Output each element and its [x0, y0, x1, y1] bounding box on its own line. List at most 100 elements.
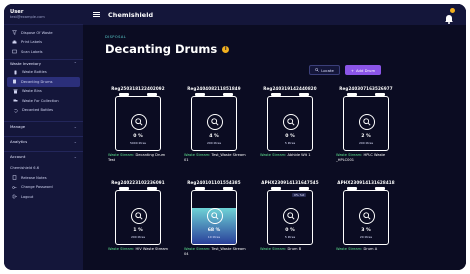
- zoom-icon[interactable]: [131, 208, 147, 224]
- locate-button-label: Locate: [321, 67, 334, 73]
- app-title: Chemishield: [108, 10, 154, 19]
- sidebar-item-label: Release Notes: [21, 175, 47, 180]
- sidebar-item-scan-labels[interactable]: Scan Labels: [4, 47, 83, 57]
- waste-stream: Waste Stream: HIV Waste Stream: [108, 247, 170, 252]
- zoom-icon[interactable]: [207, 114, 223, 130]
- version-label: Chemishield 6.6: [10, 166, 39, 170]
- add-drum-button-label: Add Drum: [356, 67, 376, 73]
- notes-icon: [11, 175, 17, 180]
- drum-graphic: 1 % 200 litres: [115, 187, 161, 245]
- drum-card[interactable]: Reg240101101554385 68 % 10 litres Waste …: [181, 180, 247, 270]
- drum-id: Reg240408211851849: [187, 86, 241, 91]
- drum-card[interactable]: Reg240307163526977 2 % 200 litres Waste …: [333, 86, 399, 184]
- zoom-icon[interactable]: [283, 114, 299, 130]
- stream-key: Waste Stream:: [336, 247, 363, 251]
- locate-button[interactable]: Locate: [309, 65, 340, 75]
- stream-key: Waste Stream:: [184, 153, 211, 157]
- fill-percent: 2 %: [361, 134, 371, 139]
- section-label: Waste Inventory: [10, 61, 41, 66]
- drum-card[interactable]: Reg240319142440820 0 % 5 litres Waste St…: [257, 86, 323, 184]
- section-manage[interactable]: Manage ⌄: [4, 121, 83, 130]
- drum-graphic: 0 % 5 litres: [267, 93, 313, 151]
- printer-icon: [11, 40, 17, 45]
- sidebar-item-waste-bottles[interactable]: Waste Bottles: [4, 68, 83, 78]
- stream-key: Waste Stream:: [260, 153, 287, 157]
- drum-card[interactable]: APHX230914131647545 0% full 0 % 5 litres…: [257, 180, 323, 270]
- key-icon: [11, 185, 17, 190]
- drum-id: APHX230914131647545: [261, 180, 319, 185]
- info-icon[interactable]: i: [222, 45, 230, 53]
- zoom-icon[interactable]: [359, 208, 375, 224]
- drum-graphic: 2 % 200 litres: [343, 93, 389, 151]
- zoom-icon[interactable]: [131, 114, 147, 130]
- breadcrumb: DISPOSAL: [105, 35, 127, 39]
- sidebar-item-change-password[interactable]: Change Password: [4, 183, 83, 193]
- bin-icon: [12, 89, 18, 94]
- waste-stream: Waste Stream: Abhide Wit 1: [260, 153, 322, 158]
- sidebar-item-label: Print Labels: [21, 40, 42, 45]
- drum-id: Reg240101101554385: [187, 180, 241, 185]
- section-waste-inventory[interactable]: Waste Inventory ⌃: [4, 58, 83, 68]
- sidebar-item-logout[interactable]: Logout: [4, 192, 83, 202]
- drum-graphic: 0% full 0 % 5 litres: [267, 187, 313, 245]
- sidebar-item-label: Change Password: [21, 185, 53, 190]
- chevron-down-icon: ⌄: [73, 123, 77, 129]
- waste-stream: Waste Stream: Drum A: [336, 247, 398, 252]
- notification-badge: [450, 8, 455, 13]
- drum-id: Reg250318122402092: [111, 86, 165, 91]
- fill-tooltip: 0% full: [292, 193, 307, 197]
- capacity: 5000 litres: [129, 141, 146, 145]
- sidebar-item-waste-bins[interactable]: Waste Bins: [4, 87, 83, 97]
- stream-key: Waste Stream:: [108, 153, 135, 157]
- fill-percent: 3 %: [361, 228, 371, 233]
- top-bar: Chemishield: [83, 4, 466, 25]
- capacity: 5 litres: [284, 235, 296, 239]
- sidebar-item-print-labels[interactable]: Print Labels: [4, 38, 83, 48]
- scan-icon: [11, 49, 17, 54]
- zoom-icon[interactable]: [283, 208, 299, 224]
- chevron-down-icon: ⌄: [73, 138, 77, 144]
- page-title-text: Decanting Drums: [105, 42, 218, 56]
- sidebar-item-decanting-drums[interactable]: Decanting Drums: [7, 77, 80, 87]
- drum-id: Reg240223102236091: [111, 180, 165, 185]
- sidebar-item-waste-for-collection[interactable]: Waste For Collection: [4, 96, 83, 106]
- section-label: Account: [10, 153, 26, 159]
- sidebar-item-dispose[interactable]: Dispose Of Waste: [4, 28, 83, 38]
- drum-id: APHX230914131628418: [337, 180, 395, 185]
- stream-key: Waste Stream:: [108, 247, 135, 251]
- add-drum-button[interactable]: + Add Drum: [345, 65, 381, 75]
- notification-bell-icon[interactable]: [444, 8, 455, 24]
- fill-percent: 0 %: [133, 134, 143, 139]
- sidebar: User test@example.com Dispose Of Waste P…: [4, 4, 83, 270]
- fill-percent: 0 %: [285, 134, 295, 139]
- capacity: 10 litres: [207, 235, 221, 239]
- drum-id: Reg240319142440820: [263, 86, 317, 91]
- sidebar-item-label: Scan Labels: [21, 49, 43, 54]
- sidebar-item-label: Decanting Drums: [21, 79, 53, 84]
- bottle-icon: [12, 70, 18, 75]
- drum-card[interactable]: Reg250318122402092 0 % 5000 litres Waste…: [105, 86, 171, 184]
- drum-card[interactable]: APHX230914131628418 3 % 20 litres Waste …: [333, 180, 399, 270]
- page-title: Decanting Drums i: [105, 42, 230, 56]
- hamburger-menu-icon[interactable]: [93, 11, 100, 18]
- waste-stream: Waste Stream: Decanting Drum Test: [108, 153, 170, 162]
- plus-icon: +: [350, 67, 355, 73]
- drum-card[interactable]: Reg240408211851849 4 % 200 litres Waste …: [181, 86, 247, 184]
- capacity: 5 litres: [284, 141, 296, 145]
- truck-icon: [12, 98, 18, 103]
- section-analytics[interactable]: Analytics ⌄: [4, 136, 83, 145]
- chevron-down-icon: ⌄: [73, 153, 77, 159]
- waste-stream: Waste Stream: Test_Waste Stream 01: [184, 153, 246, 162]
- search-icon: [315, 67, 319, 73]
- drum-card[interactable]: Reg240223102236091 1 % 200 litres Waste …: [105, 180, 171, 270]
- user-email: test@example.com: [10, 15, 45, 19]
- undo-icon: [12, 108, 18, 113]
- zoom-icon[interactable]: [359, 114, 375, 130]
- fill-percent: 4 %: [209, 134, 219, 139]
- section-account[interactable]: Account ⌄: [4, 151, 83, 160]
- zoom-icon[interactable]: [207, 208, 223, 224]
- sidebar-item-label: Dispose Of Waste: [21, 30, 53, 35]
- sidebar-item-release-notes[interactable]: Release Notes: [4, 173, 83, 183]
- sidebar-item-label: Waste Bins: [22, 89, 42, 94]
- sidebar-item-decanted-bottles[interactable]: Decanted Bottles: [4, 106, 83, 116]
